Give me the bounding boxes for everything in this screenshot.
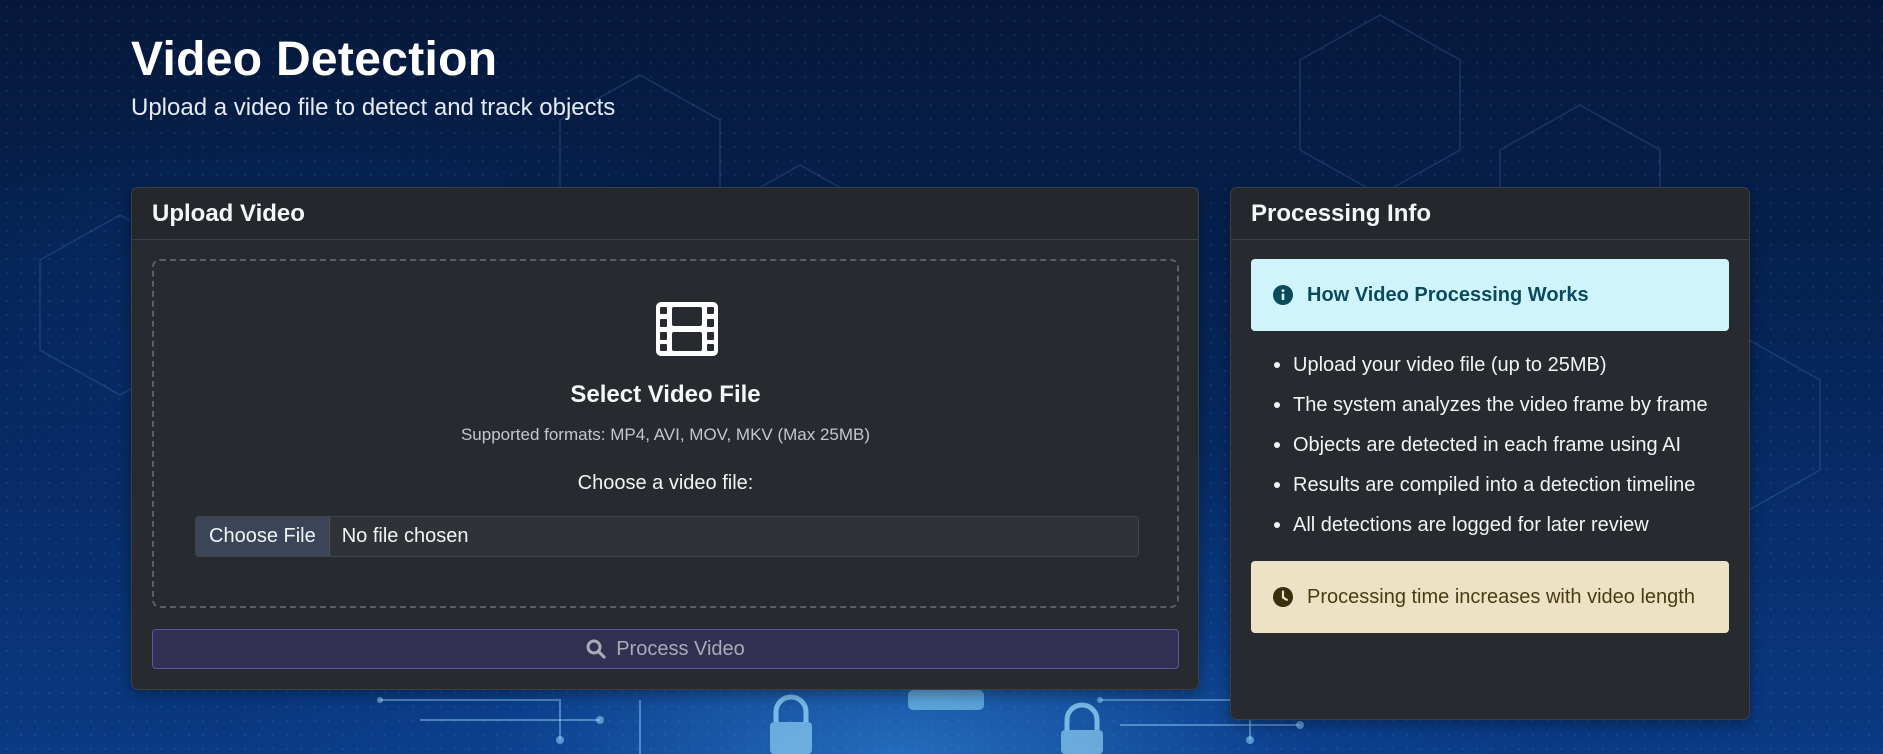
how-it-works-title: How Video Processing Works: [1307, 283, 1589, 306]
info-card-header: Processing Info: [1231, 188, 1749, 240]
processing-info-card: Processing Info How Video Processing Wor…: [1230, 187, 1750, 720]
list-item: Objects are detected in each frame using…: [1274, 425, 1708, 465]
processing-steps-list: Upload your video file (up to 25MB) The …: [1274, 345, 1708, 545]
page-title: Video Detection: [131, 33, 498, 86]
upload-card-header: Upload Video: [132, 188, 1198, 240]
clock-icon: [1273, 587, 1293, 607]
supported-formats-text: Supported formats: MP4, AVI, MOV, MKV (M…: [460, 425, 871, 444]
file-dropzone[interactable]: Select Video File Supported formats: MP4…: [152, 259, 1179, 608]
film-icon: [656, 302, 718, 356]
list-item: All detections are logged for later revi…: [1274, 505, 1708, 545]
upload-video-card: Upload Video Select Video File Supported…: [131, 187, 1199, 690]
page-subtitle: Upload a video file to detect and track …: [131, 94, 616, 121]
list-item: Upload your video file (up to 25MB): [1274, 345, 1708, 385]
processing-time-alert: Processing time increases with video len…: [1251, 561, 1729, 633]
search-icon: [586, 639, 606, 659]
choose-file-label: Choose a video file:: [577, 472, 754, 494]
process-video-button[interactable]: Process Video: [152, 629, 1179, 669]
process-video-label: Process Video: [616, 637, 745, 660]
how-it-works-alert: How Video Processing Works: [1251, 259, 1729, 331]
page-header: Video Detection Upload a video file to d…: [131, 30, 615, 122]
info-circle-icon: [1273, 285, 1293, 305]
file-status-text: No file chosen: [341, 525, 469, 547]
processing-time-text: Processing time increases with video len…: [1307, 585, 1695, 608]
select-video-title: Select Video File: [570, 381, 761, 408]
choose-file-button[interactable]: Choose File: [196, 517, 330, 556]
video-file-input[interactable]: Choose File No file chosen: [195, 516, 1139, 557]
list-item: Results are compiled into a detection ti…: [1274, 465, 1708, 505]
list-item: The system analyzes the video frame by f…: [1274, 385, 1708, 425]
